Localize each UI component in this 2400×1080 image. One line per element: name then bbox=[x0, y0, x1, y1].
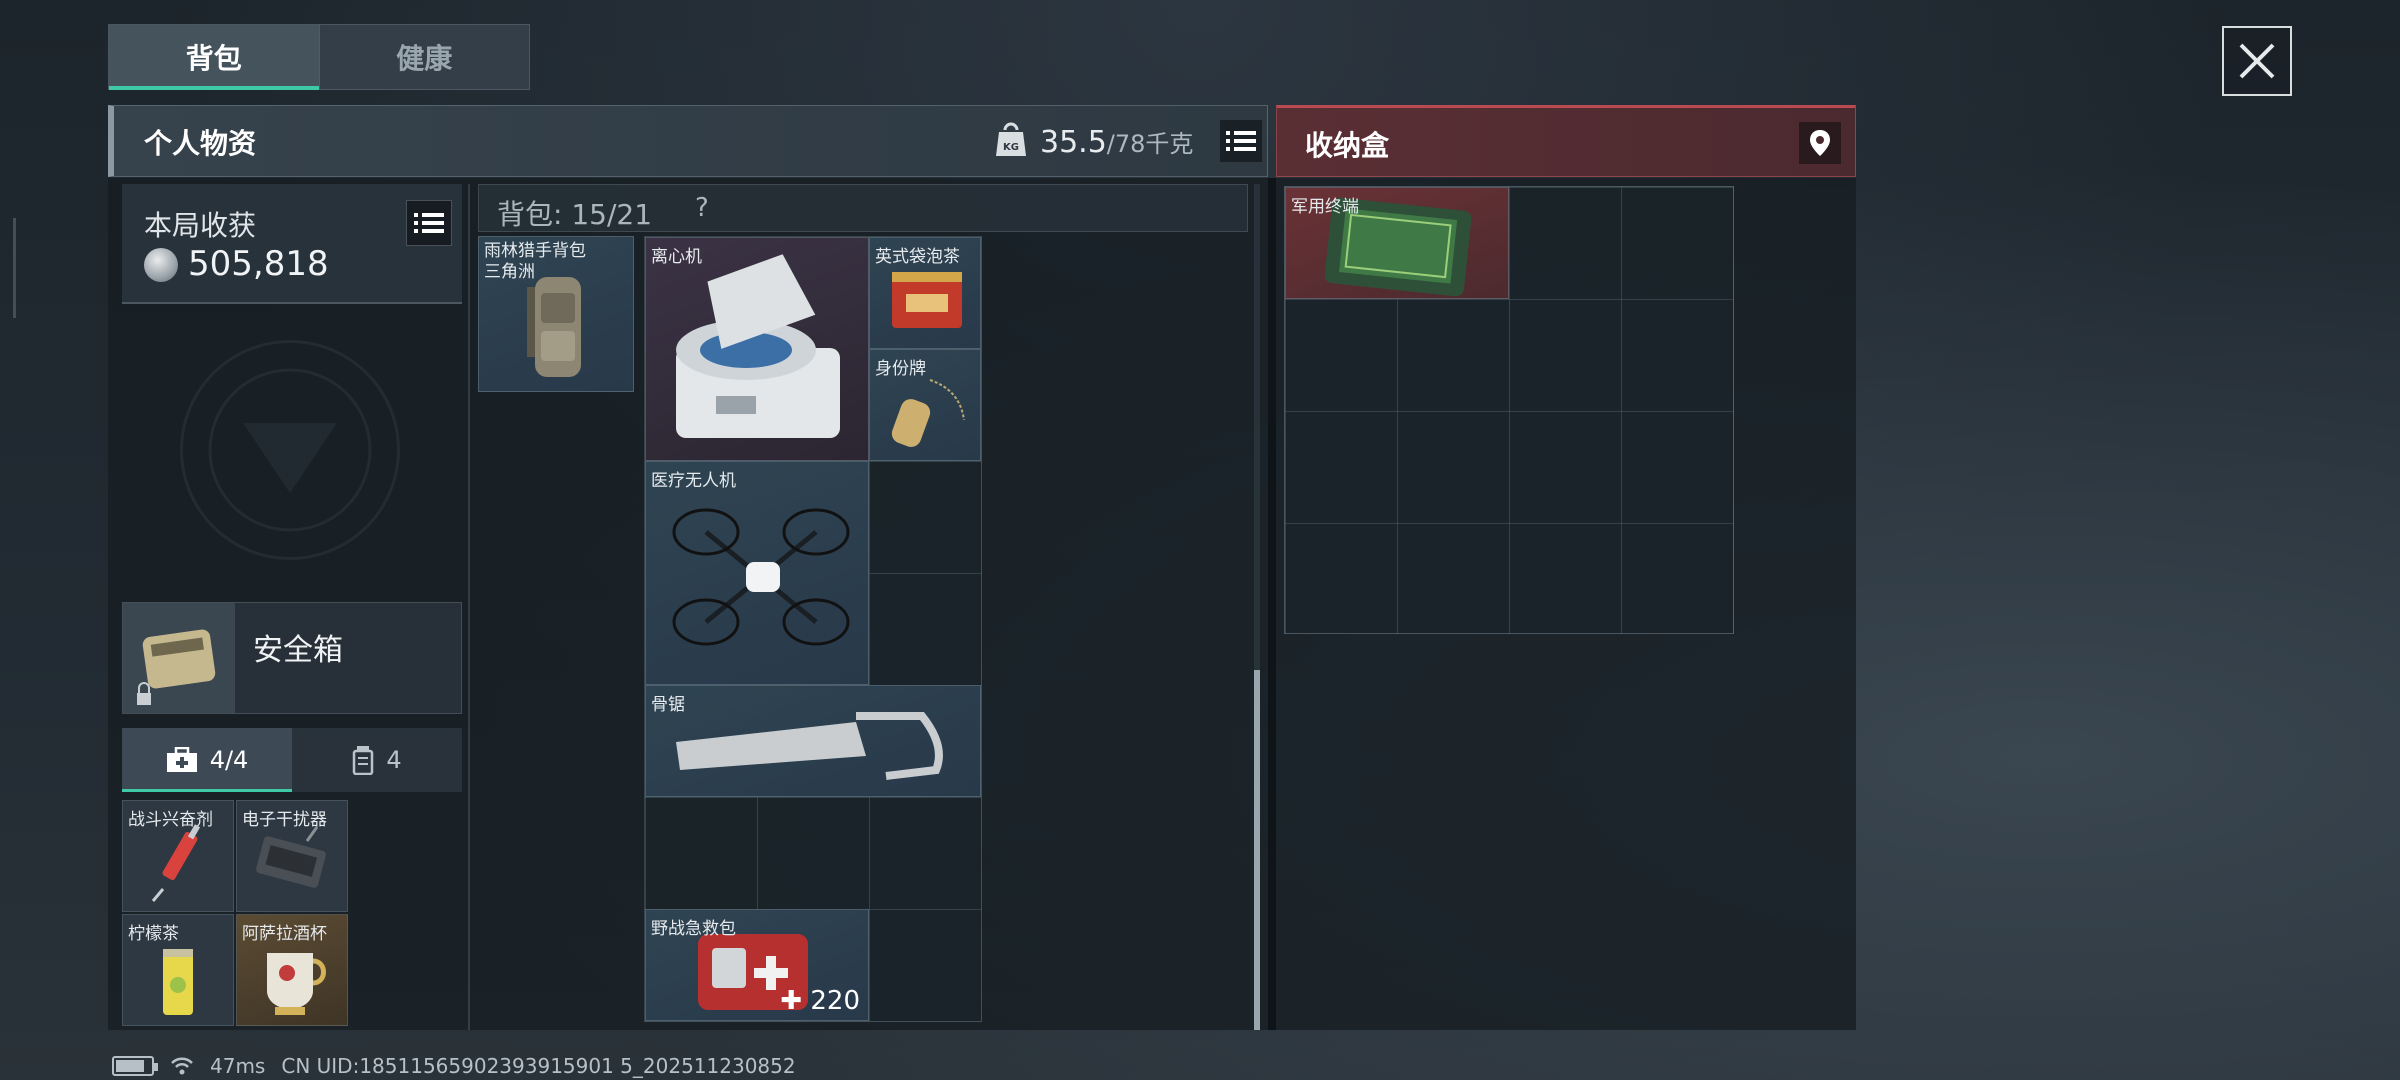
help-button[interactable]: ? bbox=[695, 193, 709, 223]
canister-icon bbox=[353, 746, 374, 775]
item-label: 军用终端 bbox=[1291, 197, 1359, 217]
storage-box-header: 收纳盒 bbox=[1276, 105, 1856, 177]
location-pin-icon bbox=[1810, 130, 1830, 156]
item-label: 电子干扰器 bbox=[242, 810, 327, 830]
item-label: 骨锯 bbox=[651, 695, 685, 715]
backpack-item-centrifuge[interactable]: 离心机 bbox=[645, 237, 869, 461]
harvest-value: 505,818 bbox=[188, 244, 329, 284]
backpack-item-dog-tag[interactable]: 身份牌 bbox=[869, 349, 981, 461]
faction-emblem-watermark bbox=[180, 340, 400, 560]
backpack-item-medical-drone[interactable]: 医疗无人机 bbox=[645, 461, 869, 685]
centrifuge-icon bbox=[676, 254, 840, 438]
tab-backpack[interactable]: 背包 bbox=[109, 25, 319, 90]
item-label: 雨林猎手背包 三角洲 bbox=[484, 241, 586, 282]
weight-readout: 35.5/78千克 bbox=[1040, 124, 1193, 160]
safe-box-icon bbox=[137, 629, 216, 705]
tab-medical-pouch[interactable]: 4/4 bbox=[122, 728, 292, 792]
item-label: 柠檬茶 bbox=[128, 924, 179, 944]
item-label: 阿萨拉酒杯 bbox=[242, 924, 327, 944]
status-footer: 47ms CN UID:18511565902393915901 5_20251… bbox=[112, 1052, 796, 1080]
harvest-label: 本局收获 bbox=[144, 209, 257, 242]
plus-icon: ✚ bbox=[780, 986, 811, 1016]
player-uid: CN UID:18511565902393915901 5_2025112308… bbox=[281, 1054, 796, 1078]
pouch-item-combat-stimulant[interactable]: 战斗兴奋剂 bbox=[122, 800, 234, 912]
weight-max: /78千克 bbox=[1106, 130, 1194, 158]
item-label: 身份牌 bbox=[875, 359, 926, 379]
svg-text:KG: KG bbox=[1003, 142, 1019, 153]
harvest-list-button[interactable] bbox=[406, 200, 452, 246]
close-button[interactable] bbox=[2222, 26, 2292, 96]
pouch-item-jammer[interactable]: 电子干扰器 bbox=[236, 800, 348, 912]
safe-box-slot[interactable]: 安全箱 bbox=[122, 602, 462, 714]
equipped-backpack[interactable]: 雨林猎手背包 三角洲 bbox=[478, 236, 634, 392]
item-label: 医疗无人机 bbox=[651, 471, 736, 491]
scrollbar-thumb[interactable] bbox=[1254, 670, 1260, 1030]
top-tab-bar: 背包 健康 bbox=[108, 24, 530, 90]
location-button[interactable] bbox=[1799, 122, 1841, 164]
personal-supplies-title: 个人物资 bbox=[144, 127, 257, 160]
tab-container-pouch[interactable]: 4 bbox=[292, 728, 462, 792]
item-label: 野战急救包 bbox=[651, 919, 736, 939]
column-divider bbox=[468, 184, 470, 1030]
medical-pouch-count: 4/4 bbox=[209, 746, 249, 774]
emblem-icon bbox=[208, 368, 372, 532]
personal-supplies-header: 个人物资 KG 35.5/78千克 bbox=[108, 105, 1268, 177]
backpack-capacity-bar: 背包: 15/21 ? bbox=[478, 184, 1248, 232]
close-icon bbox=[2239, 43, 2275, 79]
weight-current: 35.5 bbox=[1040, 125, 1107, 160]
weight-kg-icon: KG bbox=[996, 122, 1026, 156]
list-icon bbox=[414, 213, 444, 233]
item-count: ✚ 220 bbox=[780, 986, 860, 1016]
item-label: 英式袋泡茶 bbox=[875, 247, 960, 267]
backpack-capacity: 背包: 15/21 bbox=[497, 198, 653, 231]
pouch-item-lemon-tea[interactable]: 柠檬茶 bbox=[122, 914, 234, 1026]
item-label: 离心机 bbox=[651, 247, 702, 267]
pouch-grid: 战斗兴奋剂 电子干扰器 柠檬茶 阿萨拉酒杯 bbox=[122, 800, 348, 1026]
pouch-tab-bar: 4/4 4 bbox=[122, 728, 462, 792]
drone-icon bbox=[672, 508, 850, 646]
container-pouch-count: 4 bbox=[386, 746, 402, 774]
list-icon bbox=[1226, 131, 1256, 151]
ping-value: 47ms bbox=[210, 1054, 266, 1078]
panel-divider bbox=[1268, 178, 1276, 1030]
round-harvest-box: 本局收获 505,818 bbox=[122, 184, 462, 304]
storage-box-title: 收纳盒 bbox=[1305, 129, 1390, 162]
coin-icon bbox=[144, 248, 178, 282]
sort-list-button[interactable] bbox=[1220, 120, 1262, 162]
backpack-item-bone-saw[interactable]: 骨锯 bbox=[645, 685, 981, 797]
medkit-icon bbox=[166, 747, 197, 772]
backpack-item-english-tea[interactable]: 英式袋泡茶 bbox=[869, 237, 981, 349]
bone-saw-icon bbox=[676, 712, 943, 780]
backpack-item-first-aid-kit[interactable]: 野战急救包 ✚ 220 bbox=[645, 909, 869, 1021]
side-panel-handle[interactable] bbox=[0, 218, 16, 318]
pouch-item-asala-goblet[interactable]: 阿萨拉酒杯 bbox=[236, 914, 348, 1026]
item-label: 战斗兴奋剂 bbox=[128, 810, 213, 830]
safe-box-label: 安全箱 bbox=[253, 633, 343, 668]
count-value: 220 bbox=[810, 986, 860, 1016]
tab-health[interactable]: 健康 bbox=[318, 25, 530, 89]
storage-item-military-terminal[interactable]: 军用终端 bbox=[1285, 187, 1509, 299]
battery-icon bbox=[112, 1056, 158, 1076]
safe-box-thumbnail bbox=[123, 603, 235, 713]
wifi-icon bbox=[171, 1057, 193, 1075]
